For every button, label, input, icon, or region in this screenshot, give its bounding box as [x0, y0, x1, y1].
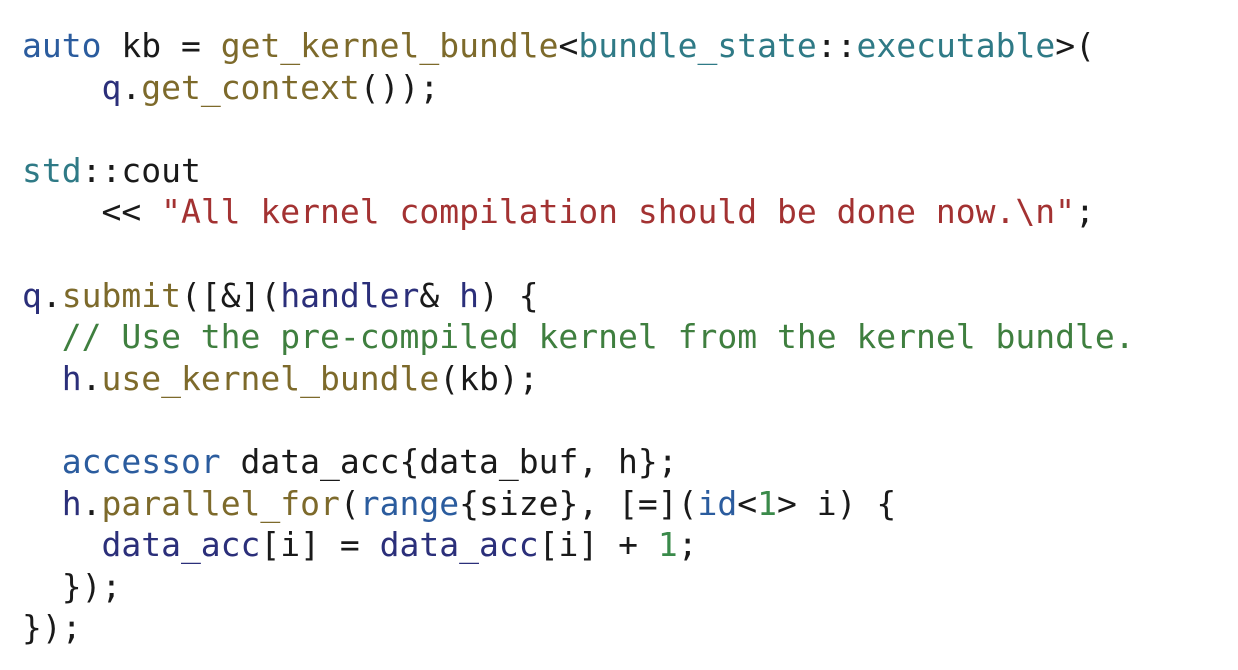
string-literal: "All kernel compilation should be done n… [161, 192, 1075, 232]
code-text: ; [1075, 192, 1095, 232]
code-line: auto kb = get_kernel_bundle<bundle_state… [22, 25, 1238, 67]
number-literal: 1 [657, 525, 678, 565]
code-text: << [22, 192, 162, 232]
code-text: data_acc{data_buf, h}; [220, 441, 678, 481]
identifier: h [22, 358, 82, 398]
keyword: id [697, 483, 738, 523]
keyword: auto [22, 26, 102, 65]
code-text: }); [22, 608, 82, 648]
type-name: executable [856, 26, 1056, 65]
code-line: accessor data_acc{data_buf, h}; [22, 441, 1238, 483]
identifier: data_acc [379, 525, 539, 565]
code-text: . [41, 275, 62, 315]
code-text: kb = [101, 26, 221, 65]
code-text: ) { [479, 275, 539, 315]
identifier: q [22, 275, 42, 315]
code-line: std::cout [22, 150, 1238, 192]
code-text: (kb); [439, 358, 539, 398]
code-text: . [81, 358, 102, 398]
code-line: }); [22, 607, 1238, 649]
function-name: parallel_for [101, 483, 340, 523]
keyword: accessor [22, 441, 221, 481]
identifier: handler [280, 275, 420, 315]
code-line: // Use the pre-compiled kernel from the … [22, 316, 1238, 358]
identifier: h [22, 483, 82, 523]
code-text: & [419, 275, 460, 315]
function-name: use_kernel_bundle [101, 358, 440, 398]
code-line: h.parallel_for(range{size}, [=](id<1> i)… [22, 483, 1238, 525]
code-text: {size}, [=]( [459, 483, 698, 523]
identifier: data_acc [22, 525, 261, 565]
code-text: > i) { [777, 483, 897, 523]
code-text: . [121, 67, 142, 107]
type-name: bundle_state [578, 26, 817, 65]
code-text: < [737, 483, 758, 523]
code-text: [i] = [260, 525, 380, 565]
comment: // Use the pre-compiled kernel from the … [22, 317, 1135, 357]
code-line: h.use_kernel_bundle(kb); [22, 358, 1238, 400]
code-text: ; [677, 525, 698, 565]
code-listing: auto kb = get_kernel_bundle<bundle_state… [0, 0, 1238, 670]
code-text: [i] + [538, 525, 658, 565]
function-name: get_kernel_bundle [220, 26, 559, 65]
code-text: >( [1055, 26, 1095, 65]
code-line: q.submit([&](handler& h) { [22, 275, 1238, 317]
code-text: ( [339, 483, 360, 523]
number-literal: 1 [757, 483, 778, 523]
function-name: submit [61, 275, 181, 315]
keyword: range [359, 483, 460, 523]
code-text: ::cout [81, 150, 201, 190]
code-line: << "All kernel compilation should be don… [22, 191, 1238, 233]
code-text: < [558, 26, 579, 65]
code-text: }); [22, 566, 122, 606]
code-text: :: [816, 26, 857, 65]
code-line: }); [22, 566, 1238, 608]
identifier: h [459, 275, 480, 315]
type-name: std [22, 150, 82, 190]
function-name: get_context [141, 67, 360, 107]
code-line: data_acc[i] = data_acc[i] + 1; [22, 524, 1238, 566]
code-text: ([&]( [180, 275, 281, 315]
code-line: q.get_context()); [22, 67, 1238, 109]
code-text: ()); [359, 67, 440, 107]
code-text: . [81, 483, 102, 523]
identifier: q [22, 67, 122, 107]
